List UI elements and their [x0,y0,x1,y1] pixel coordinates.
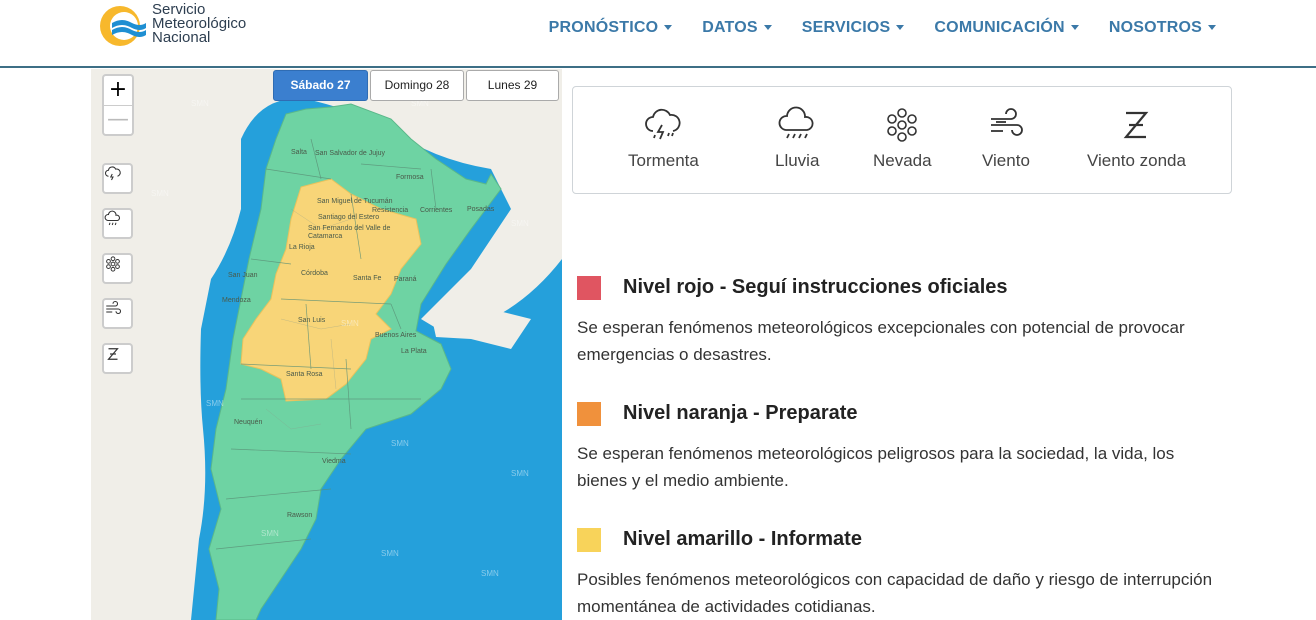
smn-logo[interactable]: Servicio Meteorológico Nacional [98,2,268,49]
nav-datos[interactable]: DATOS [702,19,772,37]
smn-watermark: SMN [206,399,224,408]
nav-nosotros[interactable]: NOSOTROS [1109,19,1216,37]
caret-down-icon [664,25,673,31]
phenomenon-label: Viento [982,151,1030,170]
level-title: Nivel naranja - Preparate [623,402,858,424]
smn-watermark: SMN [261,529,279,538]
caret-down-icon [1070,25,1079,31]
city-label: Resistencia [372,207,409,214]
phenomenon-label: Nevada [873,151,932,170]
phenomenon-storm[interactable]: Tormenta [628,105,699,171]
city-label: Corrientes [420,207,453,214]
smn-watermark: SMN [511,469,529,478]
phenomenon-wind[interactable]: Viento [982,105,1030,171]
city-label: Posadas [467,206,495,213]
level-title: Nivel rojo - Seguí instrucciones oficial… [623,276,1008,298]
smn-watermark: SMN [381,549,399,558]
caret-down-icon [1208,25,1216,31]
city-label: San Fernando del Valle de Catamarca [308,225,391,240]
city-label: Córdoba [301,270,328,277]
nav-label: SERVICIOS [801,19,891,36]
smn-watermark: SMN [151,189,169,198]
day-tab-sabado[interactable]: Sábado 27 [273,70,368,101]
storm-icon [105,166,121,181]
city-label: Paraná [394,276,417,283]
uruguay-land [431,309,531,349]
city-label: San Miguel de Tucumán [317,198,393,205]
nav-servicios[interactable]: SERVICIOS [802,19,905,37]
level-description: Se esperan fenómenos meteorológicos exce… [577,318,1185,364]
city-label: Formosa [396,174,424,181]
city-label: Santa Rosa [286,371,323,378]
main-nav: PRONÓSTICO DATOS SERVICIOS COMUNICACIÓN … [549,19,1216,37]
city-label: San Juan [228,272,258,279]
zoom-in-button[interactable]: + [104,76,132,105]
level-description: Posibles fenómenos meteorológicos con ca… [577,570,1213,616]
logo-line-3: Nacional [152,29,211,46]
city-label: Neuquén [234,419,263,426]
smn-logo-icon [98,3,146,49]
filter-storm-button[interactable] [102,163,133,194]
city-label: San Luis [298,317,326,324]
level-red-swatch [577,276,601,300]
filter-snow-button[interactable] [102,253,133,284]
smn-watermark: SMN [341,319,359,328]
city-label: Buenos Aires [375,332,417,339]
wind-icon [990,108,1023,136]
day-tab-domingo[interactable]: Domingo 28 [370,70,464,101]
nav-label: DATOS [702,19,758,36]
city-label: Santiago del Estero [318,214,380,221]
city-label: Mendoza [222,297,251,304]
city-label: La Plata [401,348,427,355]
nav-label: COMUNICACIÓN [934,19,1065,36]
phenomenon-label: Tormenta [628,151,699,170]
level-yellow-swatch [577,528,601,552]
storm-icon [645,108,681,140]
day-selector: Sábado 27 Domingo 28 Lunes 29 [273,70,559,101]
snow-icon [106,256,120,272]
zoom-out-button[interactable]: — [104,105,132,134]
smn-watermark: SMN [511,219,529,228]
snow-icon [887,108,918,142]
level-description: Se esperan fenómenos meteorológicos peli… [577,444,1175,490]
phenomenon-zonda[interactable]: Viento zonda [1087,105,1186,171]
phenomenon-label: Viento zonda [1087,151,1186,170]
day-tab-lunes[interactable]: Lunes 29 [466,70,559,101]
alert-map[interactable]: Salta San Salvador de Jujuy Formosa San … [91,69,562,620]
nav-comunicacion[interactable]: COMUNICACIÓN [934,19,1079,37]
wind-icon [106,300,122,315]
caret-down-icon [763,25,772,31]
zonda-icon [107,348,119,360]
smn-watermark: SMN [391,439,409,448]
nav-pronostico[interactable]: PRONÓSTICO [549,19,673,37]
filter-rain-button[interactable] [102,208,133,239]
city-label: La Rioja [289,244,315,251]
zoom-control: + — [102,74,134,136]
phenomenon-label: Lluvia [775,151,820,170]
caret-down-icon [896,25,905,31]
phenomena-panel: Tormenta Lluvia Nevada Viento Viento zon… [572,86,1232,194]
city-label: San Salvador de Jujuy [315,150,386,157]
site-header: Servicio Meteorológico Nacional PRONÓSTI… [0,0,1316,68]
level-title: Nivel amarillo - Informate [623,528,862,550]
level-orange-swatch [577,402,601,426]
city-label: Viedma [322,458,346,465]
rain-icon [104,210,120,226]
city-label: Salta [291,149,307,156]
logo-text: Servicio Meteorológico Nacional [152,2,246,46]
phenomenon-snow[interactable]: Nevada [873,105,932,171]
filter-wind-button[interactable] [102,298,133,329]
rain-icon [778,106,814,139]
nav-label: PRONÓSTICO [548,19,659,36]
city-label: Santa Fe [353,275,382,282]
zonda-icon [1124,111,1149,139]
filter-zonda-button[interactable] [102,343,133,374]
nav-label: NOSOTROS [1108,19,1202,36]
smn-watermark: SMN [191,99,209,108]
city-label: Rawson [287,512,313,519]
smn-watermark: SMN [481,569,499,578]
phenomenon-rain[interactable]: Lluvia [775,105,819,171]
